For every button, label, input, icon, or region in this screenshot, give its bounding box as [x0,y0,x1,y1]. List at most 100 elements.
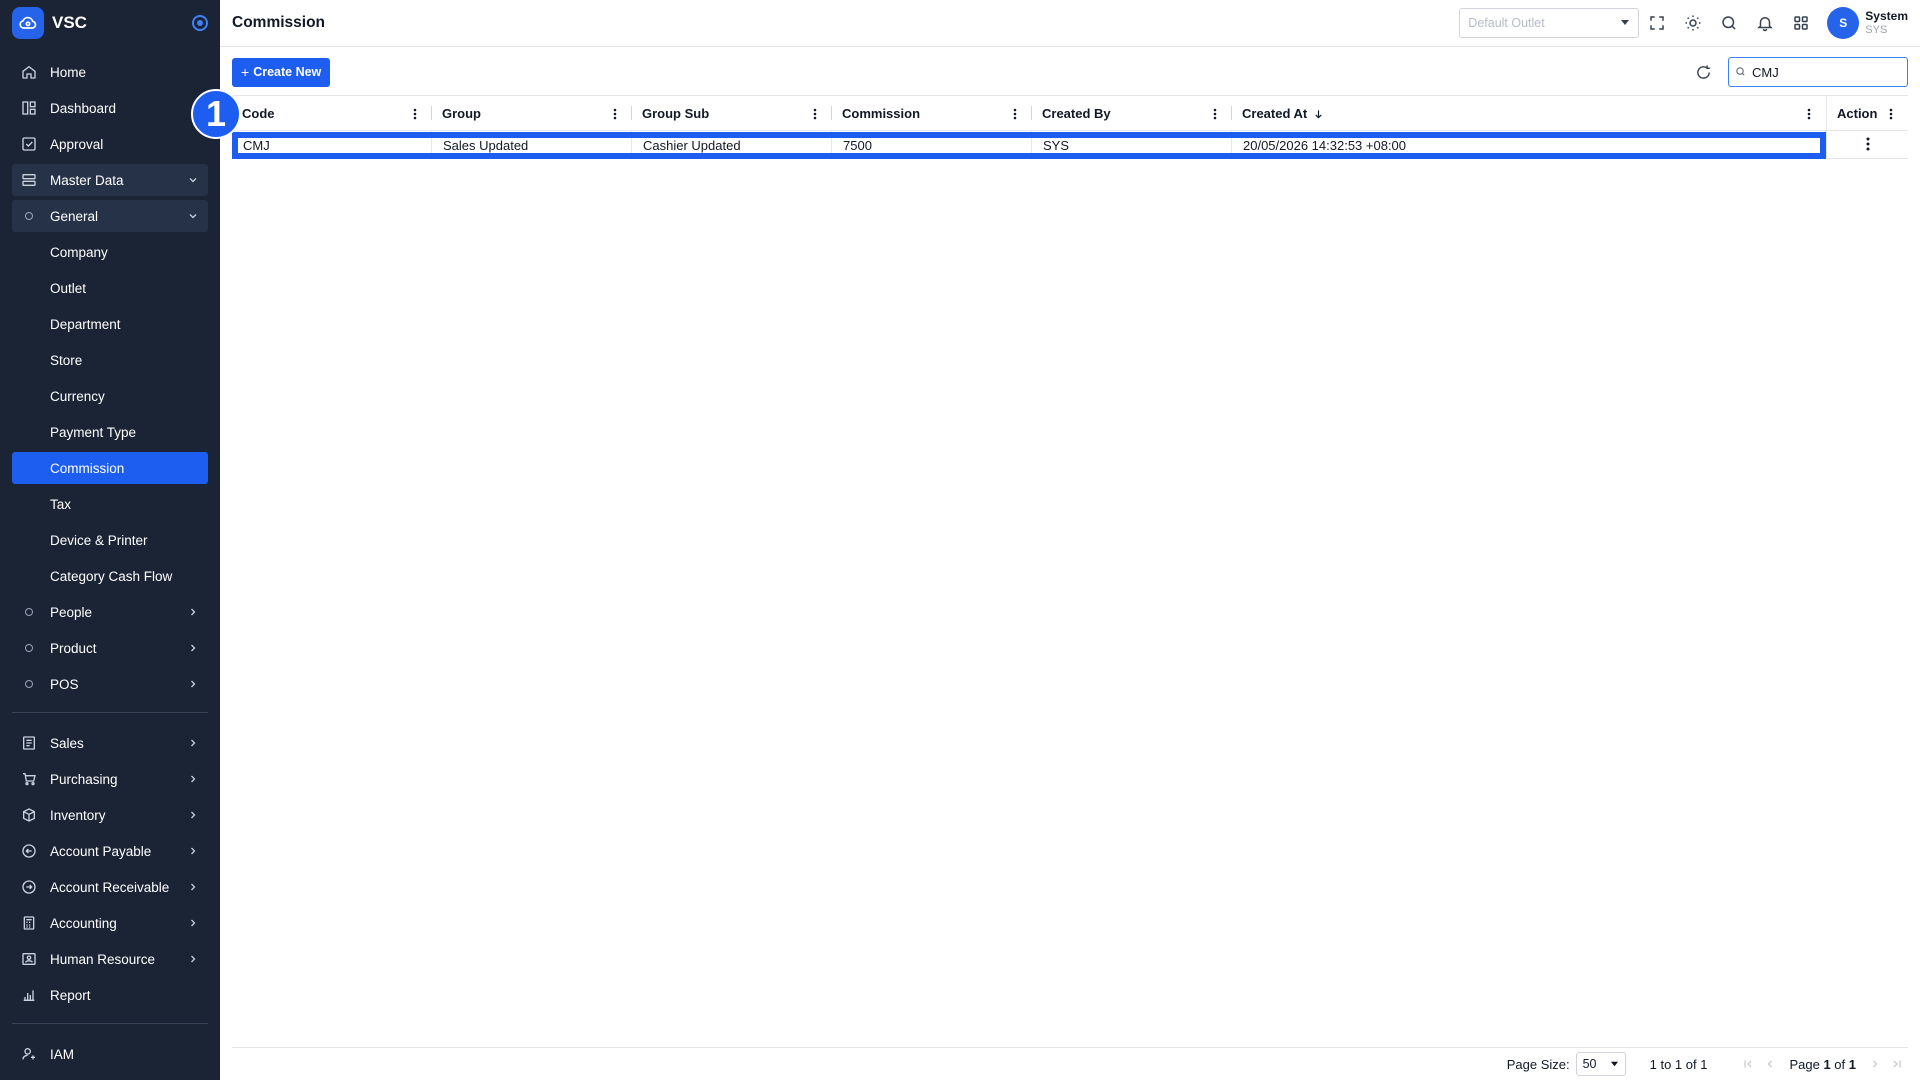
data-grid: Code Group Group Sub Commission Created … [232,95,1908,1050]
column-menu-icon[interactable] [808,105,822,123]
column-menu-icon[interactable] [1884,105,1898,123]
circle-icon [20,639,38,657]
sidebar-item-account-receivable[interactable]: Account Receivable [12,871,208,903]
circle-icon [20,207,38,225]
sidebar-item-approval[interactable]: Approval [12,128,208,160]
outlet-select[interactable]: Default Outlet [1459,8,1640,38]
sidebar-item-accounting[interactable]: Accounting [12,907,208,939]
chevron-right-icon [186,677,200,691]
sidebar-item-category-cash-flow[interactable]: Category Cash Flow [12,560,208,592]
grid-header: Code Group Group Sub Commission Created … [232,95,1908,131]
search-icon [1735,64,1746,80]
sidebar-item-people[interactable]: People [12,596,208,628]
grid-search-box[interactable] [1728,57,1908,87]
page-title: Commission [232,14,326,31]
sidebar-item-iam[interactable]: IAM [12,1038,208,1070]
chevron-right-icon [186,952,200,966]
circle-icon [20,603,38,621]
sidebar-item-department[interactable]: Department [12,308,208,340]
sidebar-item-pos[interactable]: POS [12,668,208,700]
sidebar-item-label: Payment Type [50,424,137,440]
column-header-created-by[interactable]: Created By [1032,96,1232,131]
page-size-select[interactable]: 50 [1575,1052,1626,1076]
sidebar-item-general[interactable]: General [12,200,208,232]
brand: VSC [0,0,220,46]
column-menu-icon[interactable] [1008,105,1022,123]
column-menu-icon[interactable] [408,105,422,123]
prev-page-icon[interactable] [1759,1053,1781,1075]
row-action-menu[interactable] [1826,131,1908,159]
caret-down-icon [1610,1057,1619,1071]
bell-icon[interactable] [1747,8,1783,38]
sidebar-item-label: Category Cash Flow [50,568,173,584]
apps-grid-icon[interactable] [1783,8,1819,38]
column-menu-icon[interactable] [608,105,622,123]
sidebar-item-label: Report [50,987,91,1003]
page-current: 1 [1823,1056,1831,1072]
first-page-icon[interactable] [1737,1053,1759,1075]
sidebar-item-company[interactable]: Company [12,236,208,268]
sidebar-item-report[interactable]: Report [12,979,208,1011]
column-header-group-sub[interactable]: Group Sub [632,96,832,131]
sidebar-item-dashboard[interactable]: Dashboard [12,92,208,124]
sidebar-item-purchasing[interactable]: Purchasing [12,763,208,795]
chevron-right-icon [186,772,200,786]
sidebar-item-currency[interactable]: Currency [12,380,208,412]
theme-sun-icon[interactable] [1675,8,1711,38]
refresh-icon[interactable] [1688,57,1718,87]
search-icon[interactable] [1711,8,1747,38]
sidebar: VSC Home Dashboard Approval Master Data … [0,0,220,1080]
column-header-label: Group Sub [642,106,710,121]
sidebar-item-device-printer[interactable]: Device & Printer [12,524,208,556]
sidebar-toggle-icon[interactable] [192,15,208,31]
sidebar-item-label: Home [50,64,87,80]
sidebar-item-label: Sales [50,735,84,751]
create-new-label: Create New [253,65,322,79]
caret-down-icon [1620,16,1630,30]
sidebar-item-label: Company [50,244,108,260]
sidebar-divider [12,712,208,713]
sidebar-item-master-data[interactable]: Master Data [12,164,208,196]
chevron-right-icon [186,880,200,894]
row-range-text: 1 to 1 of 1 [1649,1056,1708,1072]
page-word: Page [1789,1056,1820,1072]
sidebar-item-store[interactable]: Store [12,344,208,376]
last-page-icon[interactable] [1886,1053,1908,1075]
column-menu-icon[interactable] [1208,105,1222,123]
column-header-action[interactable]: Action [1826,96,1908,131]
column-header-code[interactable]: Code [232,96,432,131]
sidebar-item-outlet[interactable]: Outlet [12,272,208,304]
sidebar-item-payment-type[interactable]: Payment Type [12,416,208,448]
column-header-label: Created By [1042,106,1111,121]
column-header-group[interactable]: Group [432,96,632,131]
fullscreen-icon[interactable] [1639,8,1675,38]
sidebar-item-human-resource[interactable]: Human Resource [12,943,208,975]
sidebar-divider [12,1023,208,1024]
sidebar-item-product[interactable]: Product [12,632,208,664]
plus-icon: + [241,64,250,80]
sidebar-item-label: IAM [50,1046,75,1062]
sidebar-item-home[interactable]: Home [12,56,208,88]
grid-search-input[interactable] [1752,64,1892,80]
sidebar-item-tax[interactable]: Tax [12,488,208,520]
next-page-icon[interactable] [1864,1053,1886,1075]
column-header-label: Created At [1242,106,1308,121]
circle-icon [20,675,38,693]
column-menu-icon[interactable] [1802,105,1816,123]
sidebar-item-label: Store [50,352,83,368]
column-header-commission[interactable]: Commission [832,96,1032,131]
kebab-menu-icon[interactable] [1866,137,1870,154]
sidebar-item-sales[interactable]: Sales [12,727,208,759]
sidebar-item-label: Human Resource [50,951,156,967]
create-new-button[interactable]: + Create New [232,57,331,87]
sidebar-item-inventory[interactable]: Inventory [12,799,208,831]
user-menu[interactable]: S System SYS [1827,7,1908,39]
user-key-icon [20,1045,38,1063]
chevron-right-icon [186,844,200,858]
column-header-created-at[interactable]: Created At [1232,96,1826,131]
sidebar-item-account-payable[interactable]: Account Payable [12,835,208,867]
home-icon [20,63,38,81]
dashboard-icon [20,99,38,117]
sidebar-item-commission[interactable]: Commission [12,452,208,484]
chevron-right-icon [186,605,200,619]
